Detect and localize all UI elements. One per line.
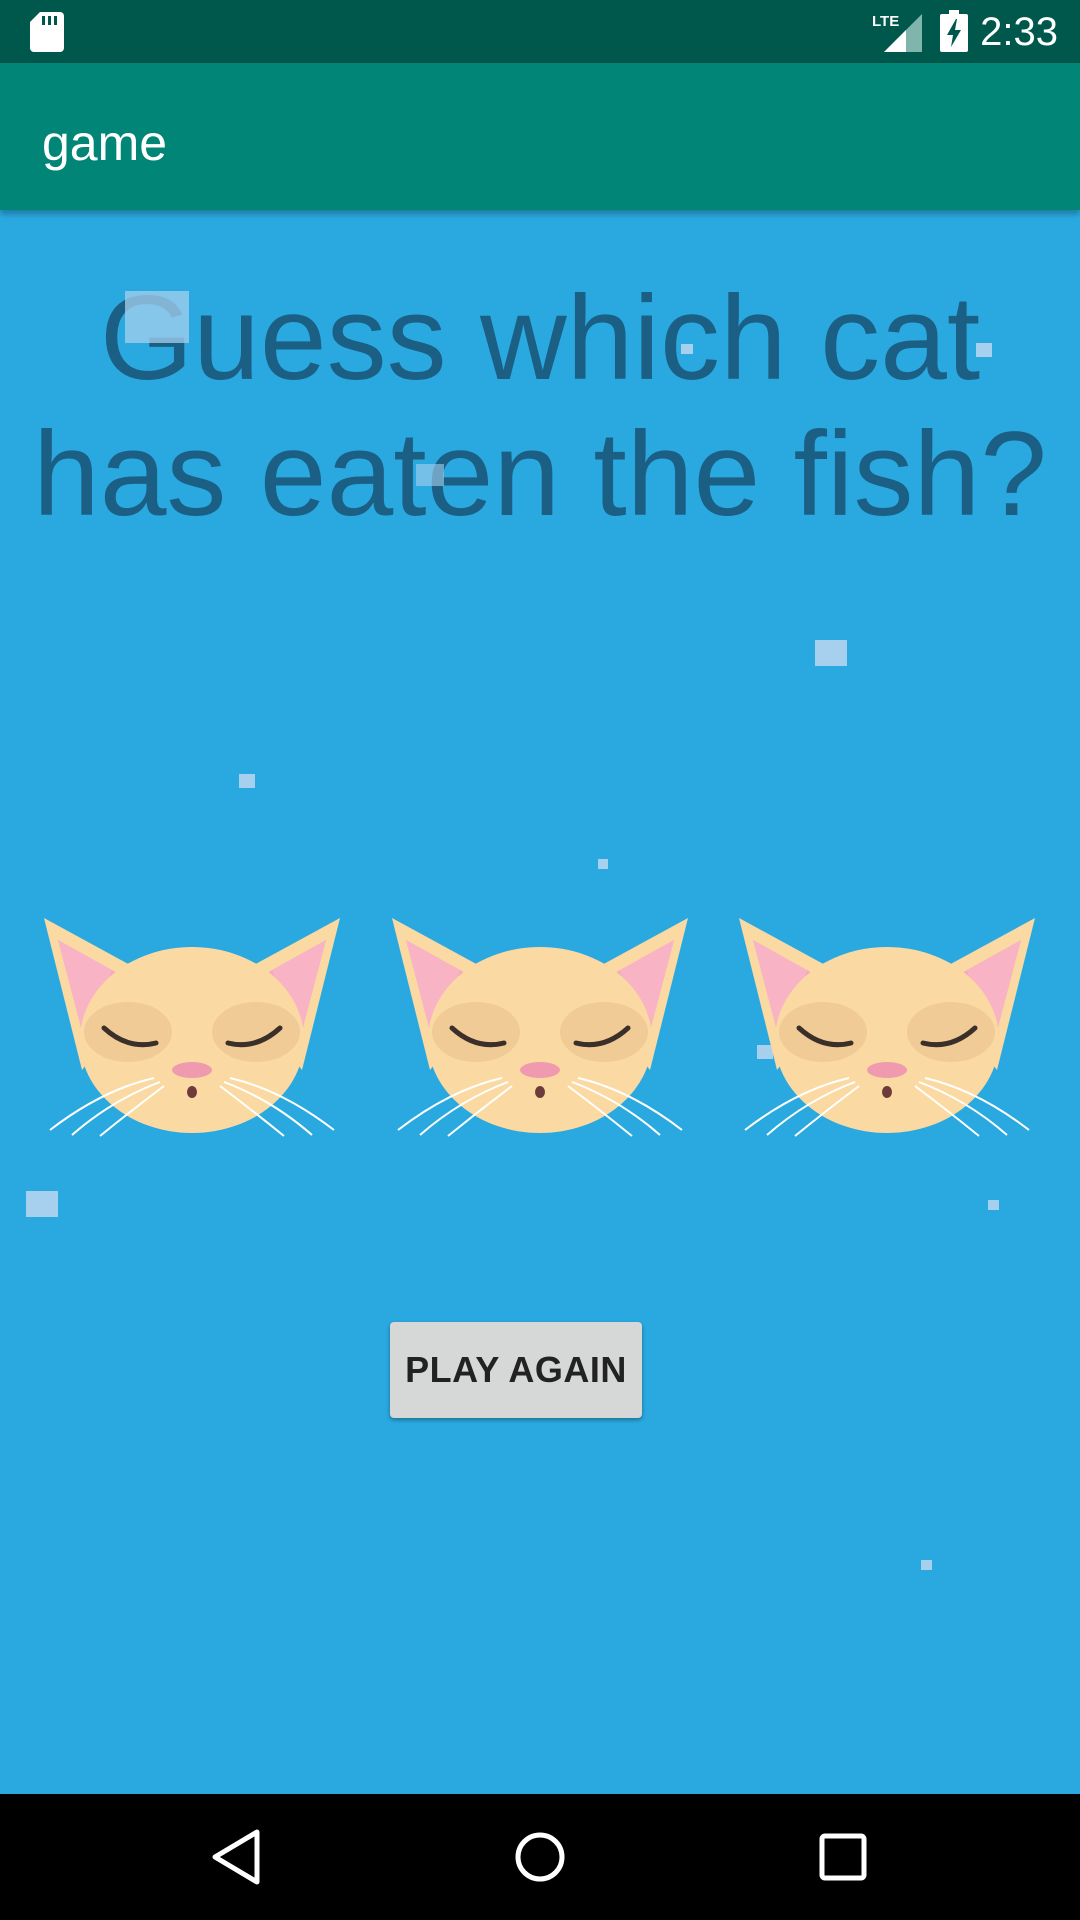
cat-face-icon[interactable] [727, 900, 1047, 1160]
status-bar: LTE 2:33 [0, 0, 1080, 63]
network-label: LTE [872, 13, 899, 30]
confetti-square [988, 1200, 999, 1210]
cat-face-icon[interactable] [32, 900, 352, 1160]
confetti-square [976, 343, 992, 357]
home-icon[interactable] [505, 1822, 575, 1892]
battery-charging-icon [940, 10, 968, 52]
back-icon[interactable] [201, 1822, 271, 1892]
cat-face-icon[interactable] [380, 900, 700, 1160]
confetti-square [598, 859, 608, 869]
confetti-square [239, 774, 255, 788]
confetti-square [26, 1191, 58, 1217]
lte-signal-icon: LTE [872, 13, 922, 52]
game-screen: Guess which cat has eaten the fish? PLAY… [0, 210, 1080, 1794]
confetti-square [815, 640, 847, 666]
play-again-button[interactable]: PLAY AGAIN [390, 1322, 642, 1418]
confetti-square [416, 464, 444, 486]
recents-icon[interactable] [808, 1822, 878, 1892]
cat-row [0, 900, 1080, 1160]
confetti-square [125, 291, 189, 343]
sd-card-icon [30, 12, 64, 52]
confetti-square [681, 344, 693, 354]
app-bar: game [0, 63, 1080, 210]
status-time: 2:33 [980, 10, 1058, 54]
navigation-bar [0, 1794, 1080, 1920]
app-title: game [42, 115, 168, 171]
confetti-square [921, 1560, 932, 1570]
